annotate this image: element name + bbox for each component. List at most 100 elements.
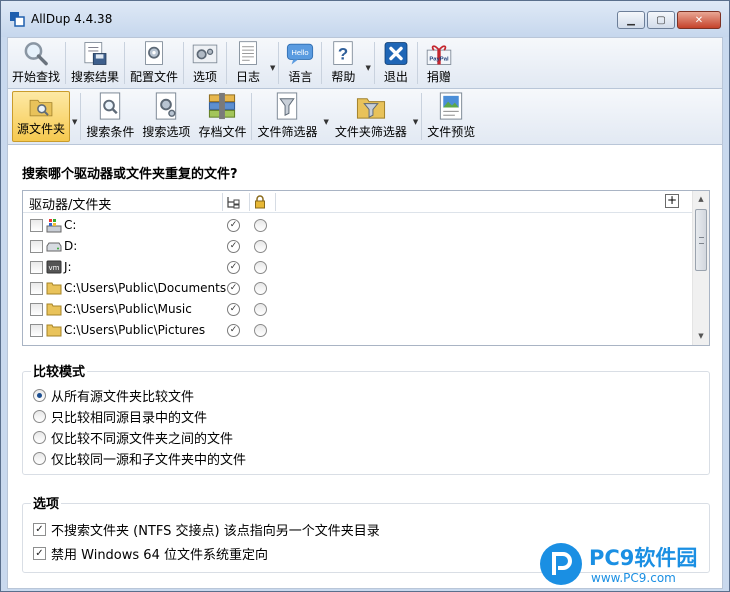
profile-button[interactable]: 配置文件 <box>126 38 182 88</box>
archive-button[interactable]: 存档文件 <box>194 89 250 144</box>
compare-different-sources-option[interactable]: 仅比较不同源文件夹之间的文件 <box>33 428 233 447</box>
source-folder-dropdown-arrow[interactable]: ▼ <box>70 118 79 126</box>
results-disk-icon <box>84 42 107 65</box>
drive-folder-column-header[interactable]: 驱动器/文件夹 <box>29 194 111 213</box>
scroll-down-button[interactable]: ▼ <box>693 328 709 345</box>
subfolder-include-toggle[interactable]: ✓ <box>227 324 240 337</box>
search-criteria-button[interactable]: 搜索条件 <box>82 89 138 144</box>
source-folder-button[interactable]: 源文件夹 <box>12 91 71 142</box>
subfolder-include-toggle[interactable]: ✓ <box>227 219 240 232</box>
checkbox[interactable]: ✓ <box>33 523 46 536</box>
lock-radio[interactable] <box>254 282 267 295</box>
column-separator <box>275 193 276 211</box>
compare-all-sources-option[interactable]: 从所有源文件夹比较文件 <box>33 386 194 405</box>
row-path: D: <box>64 239 78 253</box>
source-folder-grid[interactable]: 驱动器/文件夹 + C: ✓ D: ✓ vm J: ✓ C:\Users\Pub… <box>22 190 710 346</box>
toolbar-separator <box>124 42 126 84</box>
help-dropdown-arrow[interactable]: ▼ <box>363 64 372 72</box>
option-label: 只比较相同源目录中的文件 <box>51 411 208 426</box>
folder-icon <box>46 303 62 316</box>
disable-wow64-redirect-option[interactable]: ✓ 禁用 Windows 64 位文件系统重定向 <box>33 544 268 563</box>
table-row[interactable]: vm J: ✓ <box>23 257 693 278</box>
lock-column-icon[interactable] <box>253 195 267 209</box>
grid-scrollbar[interactable]: ▲ ▼ <box>692 191 709 345</box>
subfolder-include-toggle[interactable]: ✓ <box>227 261 240 274</box>
search-options-button[interactable]: 搜索选项 <box>138 89 194 144</box>
file-filter-button[interactable]: 文件筛选器 <box>253 89 321 144</box>
title-bar[interactable]: AllDup 4.4.38 ▁ ▢ ✕ <box>1 1 729 37</box>
subfolder-include-toggle[interactable]: ✓ <box>227 240 240 253</box>
scroll-thumb[interactable] <box>695 209 707 271</box>
lock-radio[interactable] <box>254 219 267 232</box>
column-separator <box>249 193 250 211</box>
table-row[interactable]: C:\Users\Public\Documents ✓ <box>23 278 693 299</box>
subfolder-include-toggle[interactable]: ✓ <box>227 303 240 316</box>
radio-button[interactable] <box>33 410 46 423</box>
lock-radio[interactable] <box>254 324 267 337</box>
option-label: 禁用 Windows 64 位文件系统重定向 <box>51 548 268 563</box>
subfolder-include-toggle[interactable]: ✓ <box>227 282 240 295</box>
radio-button[interactable] <box>33 431 46 444</box>
lock-radio[interactable] <box>254 261 267 274</box>
row-checkbox[interactable] <box>30 240 43 253</box>
folder-filter-dropdown-arrow[interactable]: ▼ <box>411 118 420 126</box>
row-checkbox[interactable] <box>30 303 43 316</box>
grid-rows: C: ✓ D: ✓ vm J: ✓ C:\Users\Public\Docume… <box>23 215 693 341</box>
help-button[interactable]: ? 帮助 <box>323 38 363 88</box>
table-row[interactable]: C: ✓ <box>23 215 693 236</box>
table-row[interactable]: C:\Users\Public\Music ✓ <box>23 299 693 320</box>
log-label: 日志 <box>236 70 261 84</box>
option-label: 从所有源文件夹比较文件 <box>51 390 195 405</box>
source-folder-label: 源文件夹 <box>17 122 66 136</box>
language-button[interactable]: Hello 语言 <box>280 38 320 88</box>
main-toolbar: 开始查找 搜索结果 配置文件 选项 日志 ▼ Hello 语言 ? 帮助 ▼ 退… <box>7 37 723 89</box>
log-button[interactable]: 日志 <box>228 38 268 88</box>
add-folder-button[interactable]: + <box>665 194 679 208</box>
start-search-button[interactable]: 开始查找 <box>8 38 64 88</box>
file-preview-icon <box>440 92 463 120</box>
svg-text:www.PC9.com: www.PC9.com <box>591 571 676 585</box>
search-question-heading: 搜索哪个驱动器或文件夹重复的文件? <box>22 167 238 182</box>
row-checkbox[interactable] <box>30 324 43 337</box>
exit-icon <box>384 42 408 65</box>
log-dropdown-arrow[interactable]: ▼ <box>268 64 277 72</box>
toolbar-separator <box>421 93 423 140</box>
file-filter-dropdown-arrow[interactable]: ▼ <box>321 118 330 126</box>
minimize-button[interactable]: ▁ <box>617 11 645 29</box>
table-row[interactable]: C:\Users\Public\Pictures ✓ <box>23 320 693 341</box>
file-preview-button[interactable]: 文件预览 <box>423 89 479 144</box>
lock-radio[interactable] <box>254 303 267 316</box>
row-checkbox[interactable] <box>30 261 43 274</box>
compare-source-subfolders-option[interactable]: 仅比较同一源和子文件夹中的文件 <box>33 449 246 468</box>
help-icon: ? <box>333 41 354 65</box>
donate-button[interactable]: PayPal 捐赠 <box>419 38 459 88</box>
checkbox[interactable]: ✓ <box>33 547 46 560</box>
row-path: C:\Users\Public\Pictures <box>64 323 206 337</box>
file-filter-label: 文件筛选器 <box>257 125 318 139</box>
column-separator <box>222 193 223 211</box>
scroll-up-button[interactable]: ▲ <box>693 191 709 208</box>
svg-text:vm: vm <box>49 264 60 272</box>
maximize-button[interactable]: ▢ <box>647 11 675 29</box>
skip-ntfs-junctions-option[interactable]: ✓ 不搜索文件夹 (NTFS 交接点) 该点指向另一个文件夹目录 <box>33 520 380 539</box>
radio-button[interactable] <box>33 389 46 402</box>
row-checkbox[interactable] <box>30 219 43 232</box>
compare-same-source-option[interactable]: 只比较相同源目录中的文件 <box>33 407 207 426</box>
search-options-icon <box>156 92 177 120</box>
row-checkbox[interactable] <box>30 282 43 295</box>
radio-button[interactable] <box>33 452 46 465</box>
folder-filter-button[interactable]: 文件夹筛选器 <box>331 89 411 144</box>
search-criteria-label: 搜索条件 <box>86 125 135 139</box>
file-filter-icon <box>277 92 298 120</box>
exit-button[interactable]: 退出 <box>376 38 416 88</box>
search-results-button[interactable]: 搜索结果 <box>67 38 123 88</box>
row-path: J: <box>64 260 72 274</box>
option-label: 不搜索文件夹 (NTFS 交接点) 该点指向另一个文件夹目录 <box>51 524 380 539</box>
svg-text:Hello: Hello <box>292 48 309 57</box>
table-row[interactable]: D: ✓ <box>23 236 693 257</box>
lock-radio[interactable] <box>254 240 267 253</box>
close-button[interactable]: ✕ <box>677 11 721 29</box>
options-button[interactable]: 选项 <box>185 38 225 88</box>
subfolder-column-icon[interactable] <box>226 195 240 209</box>
app-window: AllDup 4.4.38 ▁ ▢ ✕ 开始查找 搜索结果 配置文件 选项 日志… <box>0 0 730 592</box>
